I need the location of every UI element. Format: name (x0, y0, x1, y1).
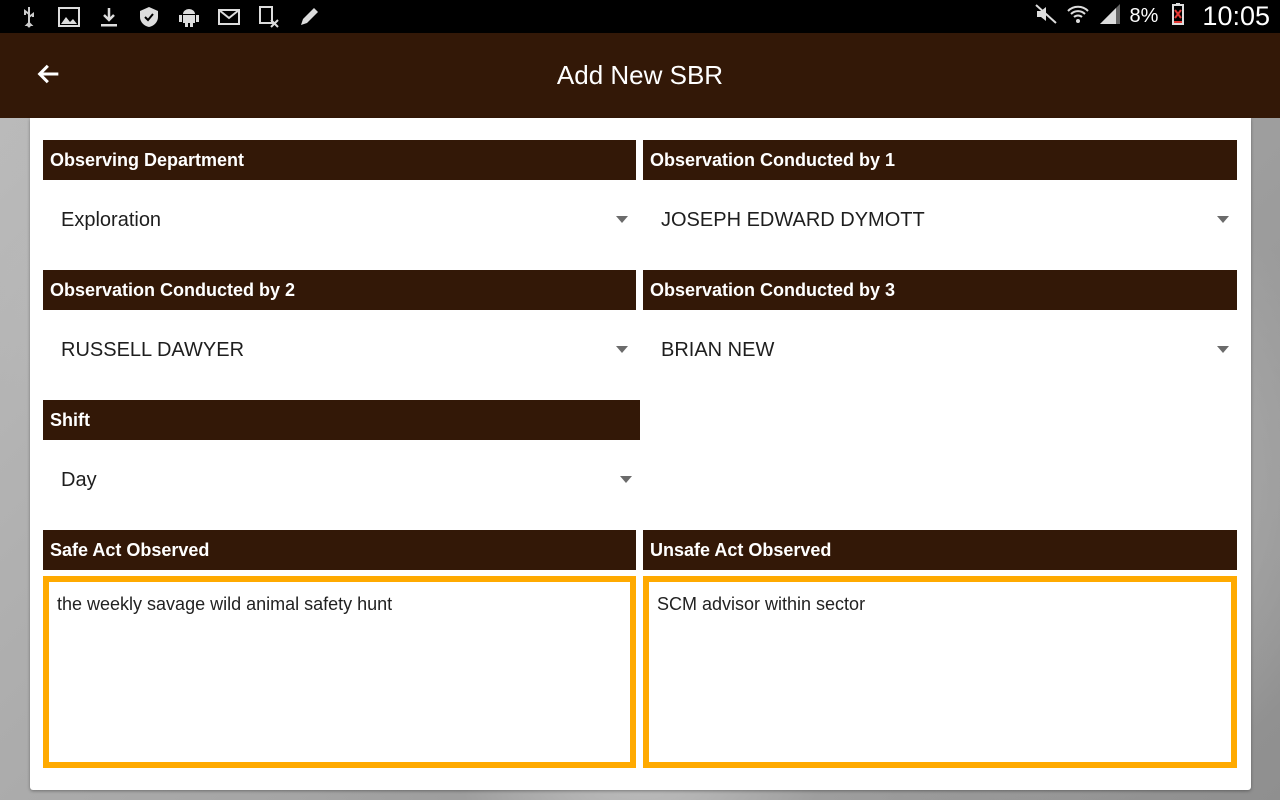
android-icon (176, 4, 202, 30)
observing-department-value: Exploration (61, 208, 162, 231)
chevron-down-icon (616, 346, 628, 353)
conducted-by-2-label: Observation Conducted by 2 (43, 270, 636, 310)
chevron-down-icon (1217, 346, 1229, 353)
conducted-by-1-value: JOSEPH EDWARD DYMOTT (661, 208, 925, 231)
image-icon (56, 4, 82, 30)
conducted-by-3-dropdown[interactable]: BRIAN NEW (643, 310, 1237, 390)
shift-dropdown[interactable]: Day (43, 440, 640, 520)
conducted-by-1-dropdown[interactable]: JOSEPH EDWARD DYMOTT (643, 180, 1237, 260)
chevron-down-icon (1217, 216, 1229, 223)
status-bar: 8% 10:05 (0, 0, 1280, 33)
conducted-by-2-value: RUSSELL DAWYER (61, 338, 245, 361)
app-bar: Add New SBR (0, 33, 1280, 118)
safe-act-textarea[interactable]: the weekly savage wild animal safety hun… (43, 576, 636, 768)
shield-icon (136, 4, 162, 30)
safe-act-label: Safe Act Observed (43, 530, 636, 570)
battery-percent: 8% (1129, 5, 1159, 27)
mute-icon (1034, 2, 1058, 31)
unsafe-act-textarea[interactable]: SCM advisor within sector (643, 576, 1237, 768)
chevron-down-icon (616, 216, 628, 223)
conducted-by-1-label: Observation Conducted by 1 (643, 140, 1237, 180)
unsafe-act-label: Unsafe Act Observed (643, 530, 1237, 570)
conducted-by-3-label: Observation Conducted by 3 (643, 270, 1237, 310)
mail-icon (216, 4, 242, 30)
clock: 10:05 (1202, 1, 1270, 31)
form-card: Observing Department Exploration Observa… (30, 118, 1251, 790)
file-x-icon (256, 4, 282, 30)
shift-label: Shift (43, 400, 640, 440)
page-title: Add New SBR (556, 60, 724, 90)
battery-icon (1166, 2, 1190, 31)
usb-icon (16, 4, 42, 30)
conducted-by-3-value: BRIAN NEW (661, 338, 775, 361)
edit-icon (296, 4, 322, 30)
observing-department-label: Observing Department (43, 140, 636, 180)
wifi-icon (1066, 2, 1090, 31)
download-icon (96, 4, 122, 30)
observing-department-dropdown[interactable]: Exploration (43, 180, 636, 260)
chevron-down-icon (620, 476, 632, 483)
shift-value: Day (61, 468, 97, 491)
signal-icon (1098, 2, 1122, 31)
conducted-by-2-dropdown[interactable]: RUSSELL DAWYER (43, 310, 636, 390)
